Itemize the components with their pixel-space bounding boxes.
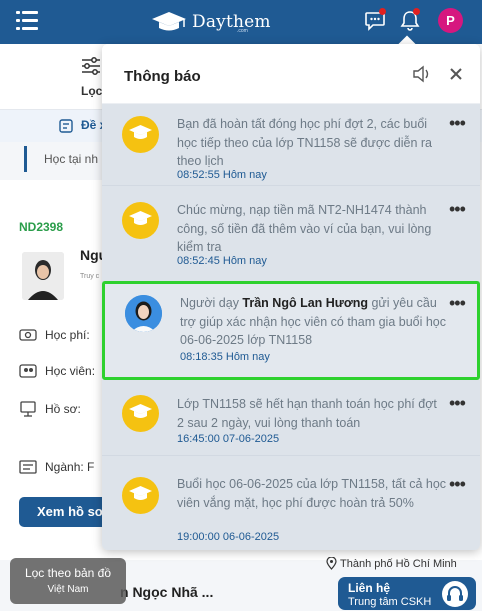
notification-text: Bạn đã hoàn tất đóng học phí đợt 2, các …: [177, 117, 433, 168]
notification-item[interactable]: Lớp TN1158 sẽ hết hạn thanh toán học phí…: [102, 382, 480, 456]
notification-time: 16:45:00 07-06-2025: [177, 433, 280, 445]
fee-row: Học phí:: [19, 326, 90, 344]
profile-row: Hồ sơ:: [19, 400, 81, 418]
notification-item[interactable]: Buổi học 06-06-2025 của lớp TN1158, tất …: [102, 457, 480, 550]
notification-time: 08:52:45 Hôm nay: [177, 255, 267, 267]
notification-item-highlighted[interactable]: Người dạy Trần Ngô Lan Hương gửi yêu cầu…: [102, 281, 480, 380]
graduation-cap-icon: [122, 477, 159, 514]
location[interactable]: Thành phố Hồ Chí Minh: [326, 557, 457, 570]
notification-list: Bạn đã hoàn tất đóng học phí đợt 2, các …: [102, 104, 480, 550]
view-profile-button[interactable]: Xem hồ sơ: [19, 497, 107, 527]
more-icon[interactable]: •••: [449, 200, 467, 218]
panel-header: Thông báo: [102, 44, 480, 104]
graduation-cap-icon: [152, 12, 186, 31]
menu-icon[interactable]: [16, 11, 38, 31]
notification-item[interactable]: Bạn đã hoàn tất đóng học phí đợt 2, các …: [102, 104, 480, 186]
notification-time: 08:18:35 Hôm nay: [180, 351, 270, 363]
support-subtitle: Trung tâm CSKH: [348, 596, 432, 608]
bottom-tutor-name[interactable]: n Ngọc Nhã ...: [120, 584, 213, 600]
support-button[interactable]: Liên hệ Trung tâm CSKH: [338, 577, 476, 610]
notification-time: 08:52:55 Hôm nay: [177, 169, 267, 181]
fee-label: Học phí:: [45, 328, 90, 342]
location-text: Thành phố Hồ Chí Minh: [340, 557, 457, 570]
logo[interactable]: Daythem .com: [150, 8, 271, 36]
graduation-cap-icon: [122, 395, 159, 432]
notification-item[interactable]: Chúc mừng, nạp tiền mã NT2-NH1474 thành …: [102, 187, 480, 282]
graduation-cap-icon: [122, 116, 159, 153]
panel-title: Thông báo: [124, 68, 201, 85]
money-icon: [19, 329, 37, 341]
map-filter-chip[interactable]: Lọc theo bản đồ Việt Nam: [10, 558, 126, 604]
notification-text: Buổi học 06-06-2025 của lớp TN1158, tất …: [177, 477, 447, 510]
logo-text: Daythem: [192, 12, 271, 32]
logo-sub: .com: [237, 28, 248, 34]
profile-icon: [20, 401, 36, 417]
more-icon[interactable]: •••: [449, 475, 467, 493]
notification-text: Lớp TN1158 sẽ hết hạn thanh toán học phí…: [177, 397, 437, 430]
headset-icon: [442, 581, 468, 607]
major-icon: [19, 460, 37, 474]
notification-panel: Thông báo Bạn đã hoàn tất đóng học phí đ…: [102, 44, 480, 550]
filter-icon[interactable]: [80, 55, 102, 77]
more-icon[interactable]: •••: [449, 114, 467, 132]
notification-text: Người dạy Trần Ngô Lan Hương gửi yêu cầu…: [180, 294, 450, 350]
close-icon[interactable]: [448, 66, 464, 82]
major-label: Ngành: F: [45, 460, 95, 474]
students-icon: [19, 364, 37, 378]
speaker-icon[interactable]: [412, 65, 432, 83]
major-row: Ngành: F: [19, 458, 94, 476]
students-label: Học viên:: [45, 364, 96, 378]
notification-prefix: Người dạy: [180, 296, 243, 310]
tutor-code: ND2398: [19, 220, 64, 234]
map-filter-region: Việt Nam: [47, 584, 89, 595]
profile-label: Hồ sơ:: [45, 402, 81, 416]
students-row: Học viên:: [19, 362, 95, 380]
tutor-status: Truy c: [80, 273, 100, 280]
more-icon[interactable]: •••: [449, 294, 467, 312]
more-icon[interactable]: •••: [449, 394, 467, 412]
support-title: Liên hệ: [348, 581, 391, 595]
proposal-icon: [59, 119, 73, 133]
sender-avatar: [125, 295, 162, 332]
user-avatar[interactable]: P: [438, 8, 463, 33]
filter-label[interactable]: Lọc: [81, 84, 102, 98]
notification-time: 19:00:00 06-06-2025: [177, 531, 280, 543]
bell-alert-dot: [413, 8, 420, 15]
notification-text: Chúc mừng, nạp tiền mã NT2-NH1474 thành …: [177, 203, 432, 254]
map-filter-label: Lọc theo bản đồ: [24, 566, 112, 580]
chat-alert-dot: [379, 8, 386, 15]
tutor-photo[interactable]: [22, 252, 64, 300]
search-text[interactable]: Học tại nh: [44, 152, 98, 166]
graduation-cap-icon: [122, 202, 159, 239]
sender-name[interactable]: Trần Ngô Lan Hương: [242, 296, 368, 310]
location-pin-icon: [326, 557, 337, 570]
